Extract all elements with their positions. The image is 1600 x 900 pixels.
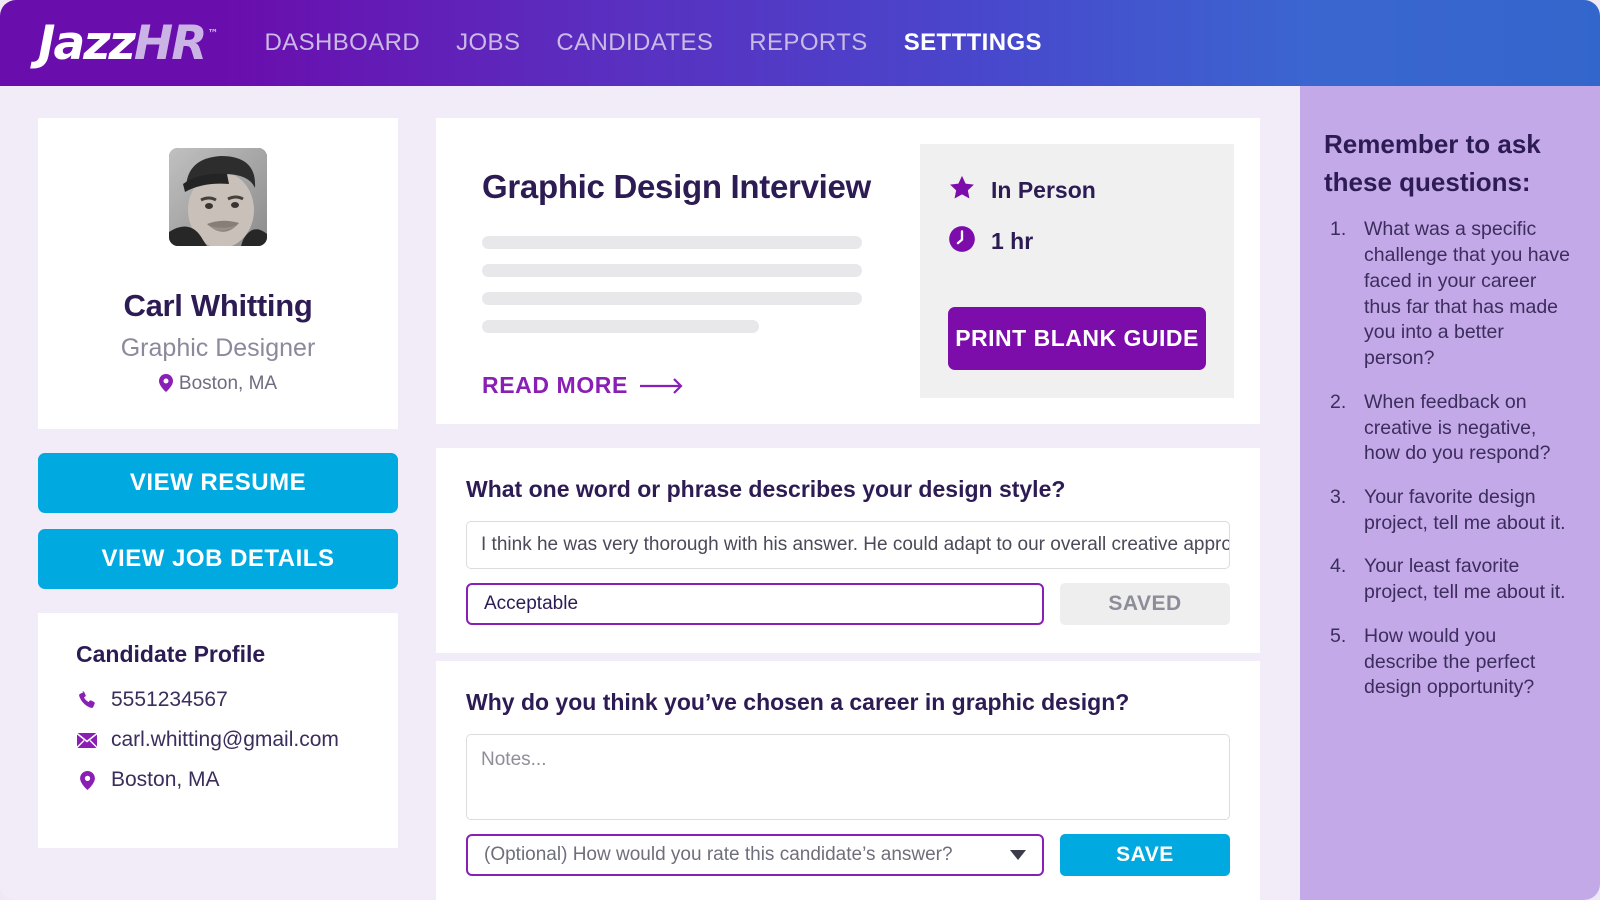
candidate-profile-heading: Candidate Profile bbox=[76, 641, 266, 667]
logo-text-jazz: Jazz bbox=[38, 15, 136, 71]
rating-select-value: (Optional) How would you rate this candi… bbox=[484, 844, 953, 865]
logo-trademark-icon: ™ bbox=[207, 26, 219, 40]
list-item-number: 4. bbox=[1330, 555, 1347, 578]
saved-button: SAVED bbox=[1060, 583, 1230, 625]
print-blank-guide-button[interactable]: PRINT BLANK GUIDE bbox=[948, 307, 1206, 370]
rating-select-value: Acceptable bbox=[484, 593, 579, 614]
candidate-location: Boston, MA bbox=[58, 373, 378, 395]
reminder-panel: Remember to ask these questions: 1. What… bbox=[1300, 86, 1600, 900]
question-card-2: Why do you think you’ve chosen a career … bbox=[436, 661, 1260, 900]
interview-meta-type: In Person bbox=[948, 174, 1206, 207]
list-item-text: Your favorite design project, tell me ab… bbox=[1364, 485, 1566, 534]
list-item-number: 3. bbox=[1330, 485, 1347, 508]
question-actions: Acceptable SAVED bbox=[466, 583, 1230, 625]
nav-item-dashboard[interactable]: DASHBOARD bbox=[264, 29, 420, 57]
clock-icon bbox=[948, 225, 976, 258]
list-item: 1. What was a specific challenge that yo… bbox=[1330, 217, 1570, 371]
left-sidebar: Carl Whitting Graphic Designer Boston, M… bbox=[38, 118, 398, 848]
candidate-location-text: Boston, MA bbox=[178, 373, 278, 394]
description-placeholder-line bbox=[482, 264, 862, 277]
rating-select[interactable]: Acceptable bbox=[466, 583, 1044, 625]
interview-meta-duration: 1 hr bbox=[948, 225, 1206, 258]
question-actions: (Optional) How would you rate this candi… bbox=[466, 834, 1230, 876]
candidate-profile-card: Candidate Profile 5551234567 carl.whitti… bbox=[38, 613, 398, 848]
view-resume-button[interactable]: VIEW RESUME bbox=[38, 453, 398, 513]
main-content: Graphic Design Interview READ MORE In Pe… bbox=[436, 118, 1260, 900]
list-item: 5. How would you describe the perfect de… bbox=[1330, 624, 1570, 701]
contact-row-location: Boston, MA bbox=[76, 768, 360, 792]
list-item-text: When feedback on creative is negative, h… bbox=[1364, 390, 1551, 465]
nav-item-settings[interactable]: SETTTINGS bbox=[904, 29, 1042, 57]
interview-title: Graphic Design Interview bbox=[482, 168, 871, 205]
question-card-1: What one word or phrase describes your d… bbox=[436, 448, 1260, 653]
read-more-label: READ MORE bbox=[482, 372, 628, 398]
save-button[interactable]: SAVE bbox=[1060, 834, 1230, 876]
candidate-summary-card: Carl Whitting Graphic Designer Boston, M… bbox=[38, 118, 398, 429]
interview-meta-panel: In Person 1 hr PRINT BLANK GUIDE bbox=[920, 144, 1234, 398]
view-job-details-button[interactable]: VIEW JOB DETAILS bbox=[38, 529, 398, 589]
jazzhr-logo[interactable]: Jazz HR ™ bbox=[38, 15, 219, 71]
contact-email-value: carl.whitting@gmail.com bbox=[111, 728, 339, 751]
question-prompt: Why do you think you’ve chosen a career … bbox=[466, 689, 1130, 715]
page-body: Carl Whitting Graphic Designer Boston, M… bbox=[0, 86, 1600, 900]
list-item: 2. When feedback on creative is negative… bbox=[1330, 390, 1570, 467]
arrow-right-icon bbox=[639, 372, 686, 399]
contact-row-email[interactable]: carl.whitting@gmail.com bbox=[76, 728, 360, 752]
reminder-question-list: 1. What was a specific challenge that yo… bbox=[1324, 217, 1570, 701]
list-item-number: 5. bbox=[1330, 624, 1347, 647]
interview-duration-label: 1 hr bbox=[991, 228, 1034, 254]
description-placeholder-line bbox=[482, 292, 862, 305]
description-placeholder-line bbox=[482, 236, 862, 249]
map-pin-icon bbox=[158, 373, 173, 395]
candidate-job-title: Graphic Designer bbox=[120, 334, 316, 362]
map-pin-icon bbox=[76, 770, 98, 790]
read-more-link[interactable]: READ MORE bbox=[482, 372, 686, 399]
nav-links: DASHBOARD JOBS CANDIDATES REPORTS SETTTI… bbox=[264, 29, 1042, 57]
answer-notes-input[interactable]: I think he was very thorough with his an… bbox=[466, 521, 1230, 569]
notes-textarea[interactable]: Notes... bbox=[466, 734, 1230, 820]
chevron-down-icon bbox=[1010, 848, 1026, 863]
interview-description-area: Graphic Design Interview READ MORE bbox=[436, 118, 920, 424]
list-item-text: How would you describe the perfect desig… bbox=[1364, 624, 1536, 699]
candidate-name: Carl Whitting bbox=[123, 288, 313, 323]
interview-header-card: Graphic Design Interview READ MORE In Pe… bbox=[436, 118, 1260, 424]
phone-icon bbox=[76, 690, 98, 710]
question-prompt: What one word or phrase describes your d… bbox=[466, 476, 1066, 502]
star-icon bbox=[948, 174, 976, 207]
list-item-number: 2. bbox=[1330, 390, 1347, 413]
nav-item-reports[interactable]: REPORTS bbox=[749, 29, 867, 57]
contact-location-value: Boston, MA bbox=[111, 768, 220, 791]
contact-phone-value: 5551234567 bbox=[111, 688, 228, 711]
contact-row-phone[interactable]: 5551234567 bbox=[76, 688, 360, 712]
rating-select[interactable]: (Optional) How would you rate this candi… bbox=[466, 834, 1044, 876]
interview-type-label: In Person bbox=[991, 177, 1096, 203]
avatar bbox=[169, 148, 267, 246]
list-item-text: Your least favorite project, tell me abo… bbox=[1364, 555, 1566, 604]
logo-text-hr: HR bbox=[133, 15, 208, 71]
list-item-text: What was a specific challenge that you h… bbox=[1364, 218, 1570, 370]
top-navigation-bar: Jazz HR ™ DASHBOARD JOBS CANDIDATES REPORT… bbox=[0, 0, 1600, 86]
nav-item-jobs[interactable]: JOBS bbox=[456, 29, 520, 57]
description-placeholder-line bbox=[482, 320, 759, 333]
envelope-icon bbox=[76, 732, 98, 748]
nav-item-candidates[interactable]: CANDIDATES bbox=[556, 29, 713, 57]
reminder-heading: Remember to ask these questions: bbox=[1324, 129, 1541, 197]
list-item: 4. Your least favorite project, tell me … bbox=[1330, 554, 1570, 605]
list-item-number: 1. bbox=[1330, 218, 1347, 241]
app-window: Jazz HR ™ DASHBOARD JOBS CANDIDATES REPORT… bbox=[0, 0, 1600, 900]
list-item: 3. Your favorite design project, tell me… bbox=[1330, 485, 1570, 536]
